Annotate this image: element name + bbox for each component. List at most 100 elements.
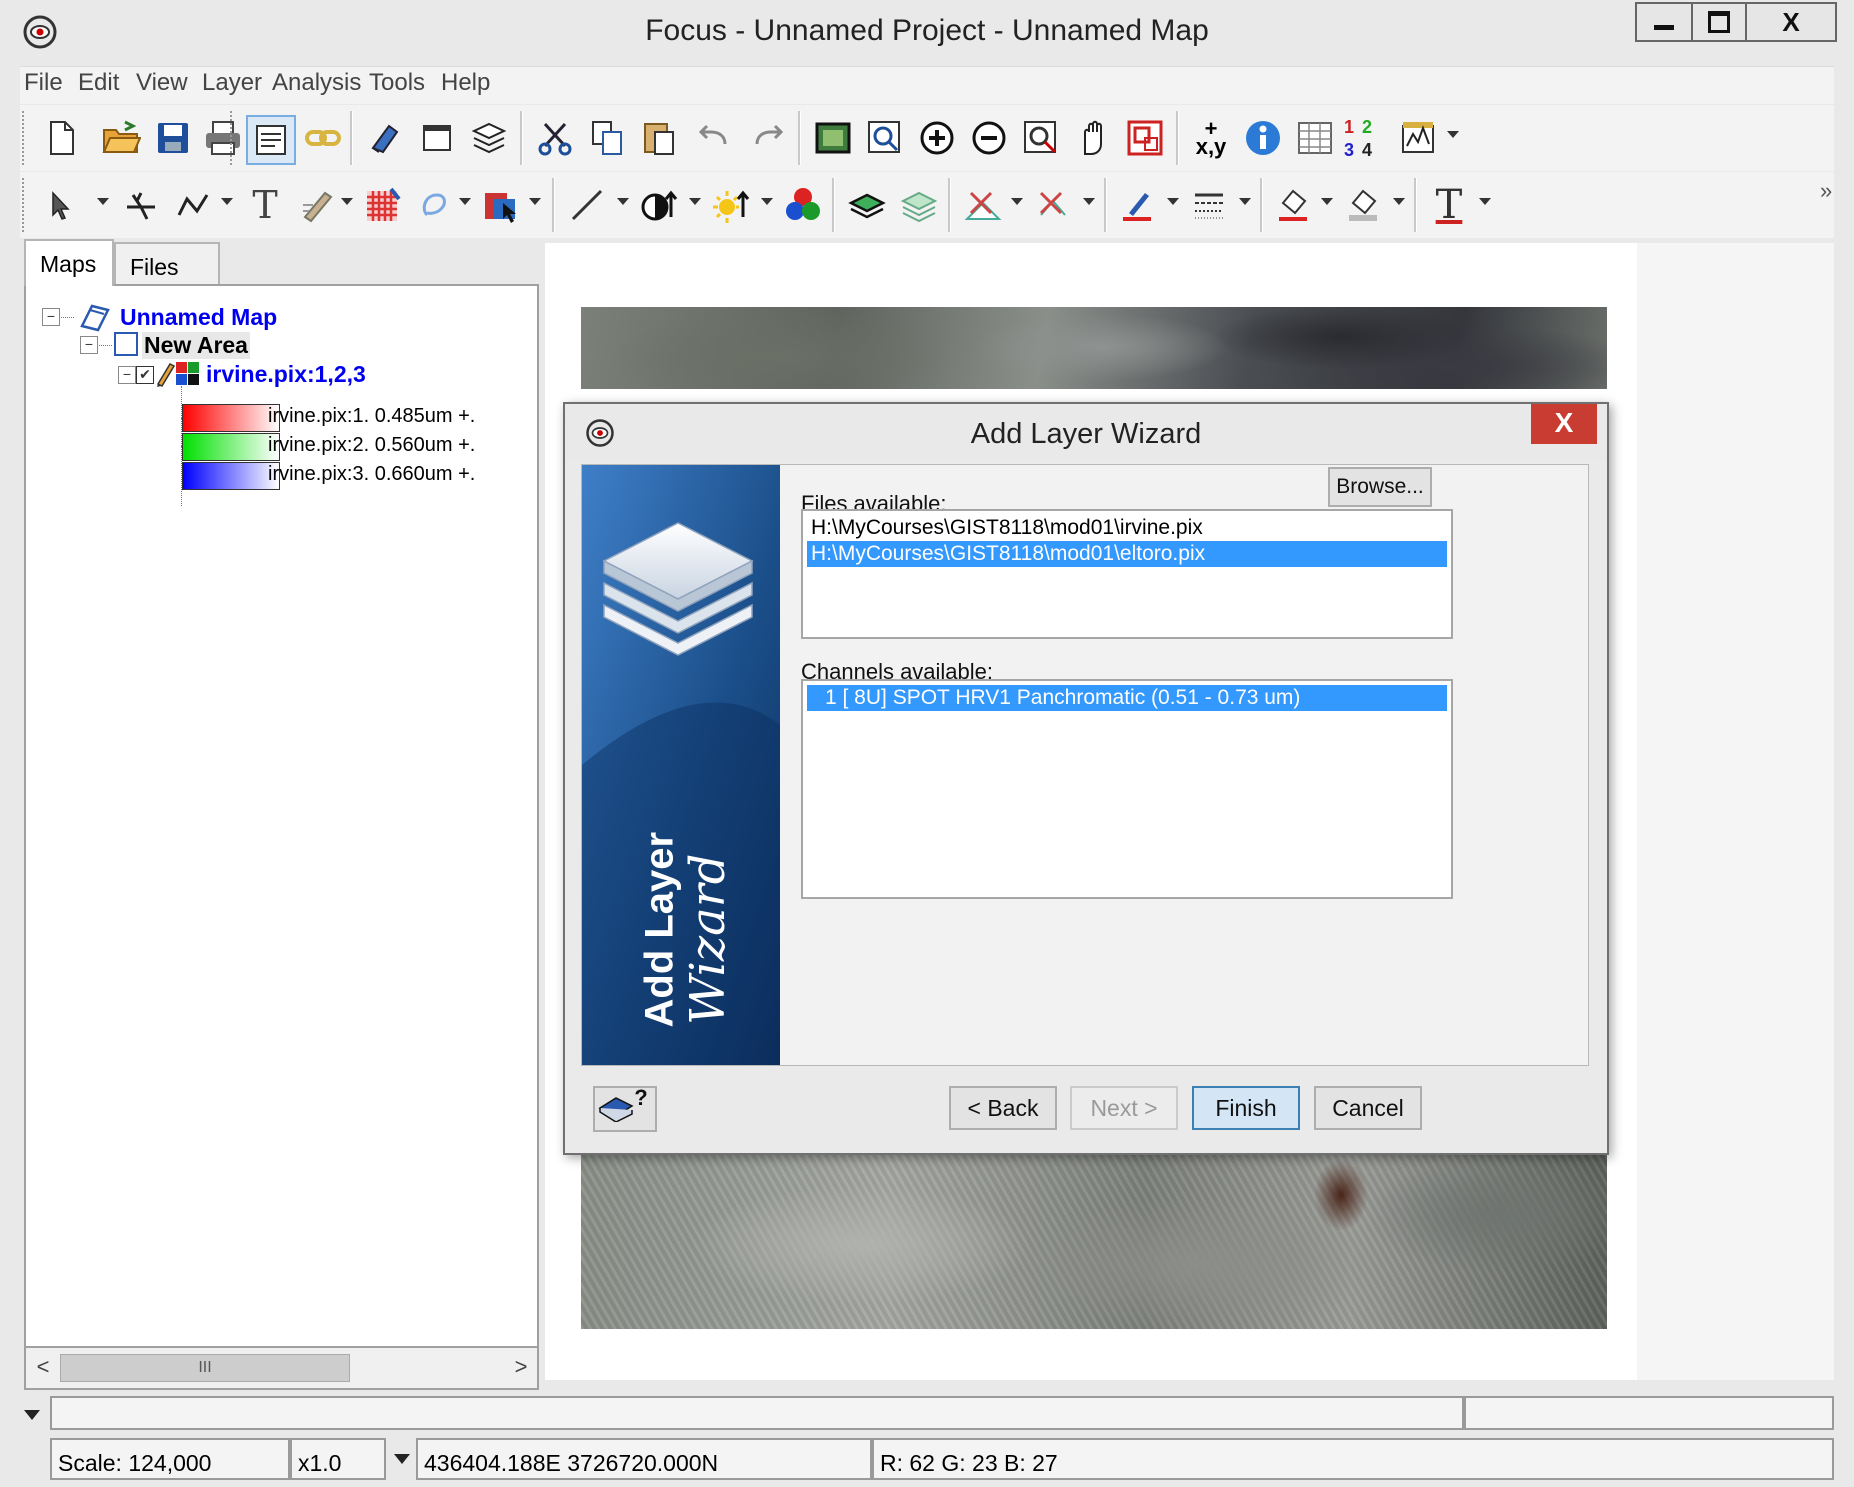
vector-join-dropdown-icon[interactable] bbox=[1082, 194, 1096, 208]
menu-edit[interactable]: Edit bbox=[78, 69, 119, 97]
contrast-icon[interactable] bbox=[636, 182, 682, 228]
undo-icon[interactable] bbox=[692, 115, 738, 161]
back-button[interactable]: < Back bbox=[949, 1086, 1057, 1130]
toolbar-overflow-icon[interactable]: » bbox=[1820, 178, 1832, 204]
zoom-field[interactable]: x1.0 bbox=[290, 1438, 386, 1480]
brightness-dropdown-icon[interactable] bbox=[760, 194, 774, 208]
pen-color-dropdown-icon[interactable] bbox=[1166, 194, 1180, 208]
menu-tools[interactable]: Tools bbox=[369, 69, 425, 97]
menu-help[interactable]: Help bbox=[441, 69, 490, 97]
tree-item-layer[interactable]: irvine.pix:1,2,3 bbox=[206, 361, 366, 388]
fill-color-icon[interactable] bbox=[1270, 182, 1316, 228]
fill-color-dropdown-icon[interactable] bbox=[1320, 194, 1334, 208]
raster-grid-icon[interactable] bbox=[360, 182, 406, 228]
line-style-dropdown-icon[interactable] bbox=[1238, 194, 1252, 208]
cut-icon[interactable] bbox=[532, 115, 578, 161]
layer-merge-icon[interactable] bbox=[896, 182, 942, 228]
link-icon[interactable] bbox=[300, 115, 346, 161]
lasso-dropdown-icon[interactable] bbox=[458, 194, 472, 208]
channels-listbox[interactable]: 1 [ 8U] SPOT HRV1 Panchromatic (0.51 - 0… bbox=[801, 679, 1453, 899]
classify-icon[interactable] bbox=[478, 182, 524, 228]
menu-view[interactable]: View bbox=[136, 69, 188, 97]
classify-dropdown-icon[interactable] bbox=[528, 194, 542, 208]
layer-visibility-checkbox[interactable]: ✔ bbox=[136, 366, 154, 384]
info-icon[interactable] bbox=[1240, 115, 1286, 161]
finish-button[interactable]: Finish bbox=[1192, 1086, 1300, 1130]
file-item-irvine[interactable]: H:\MyCourses\GIST8118\mod01\irvine.pix bbox=[807, 515, 1447, 541]
cancel-button[interactable]: Cancel bbox=[1314, 1086, 1422, 1130]
tab-files[interactable]: Files bbox=[114, 242, 220, 284]
tree-item-channel-3[interactable]: irvine.pix:3. 0.660um +. bbox=[268, 463, 475, 486]
tree-horizontal-scrollbar[interactable]: < III > bbox=[24, 1348, 539, 1390]
line-icon[interactable] bbox=[564, 182, 610, 228]
vertex-edit-icon[interactable] bbox=[118, 182, 164, 228]
table-icon[interactable] bbox=[1292, 115, 1338, 161]
zoom-selection-icon[interactable] bbox=[1018, 115, 1064, 161]
minimize-button[interactable] bbox=[1635, 2, 1693, 42]
vector-split-icon[interactable] bbox=[960, 182, 1006, 228]
polyline-icon[interactable] bbox=[170, 182, 216, 228]
zoom-out-icon[interactable] bbox=[966, 115, 1012, 161]
brightness-icon[interactable] bbox=[708, 182, 754, 228]
scroll-thumb[interactable]: III bbox=[60, 1354, 350, 1382]
redo-icon[interactable] bbox=[744, 115, 790, 161]
tree-expander-area[interactable]: − bbox=[80, 336, 98, 354]
line-style-icon[interactable] bbox=[1186, 182, 1232, 228]
tree-expander-map[interactable]: − bbox=[42, 308, 60, 326]
font-dropdown-icon[interactable] bbox=[1478, 194, 1492, 208]
window-icon[interactable] bbox=[414, 115, 460, 161]
pan-hand-icon[interactable] bbox=[1070, 115, 1116, 161]
tree-item-channel-2[interactable]: irvine.pix:2. 0.560um +. bbox=[268, 434, 475, 457]
numbers-icon[interactable]: 1234 bbox=[1344, 115, 1380, 161]
scroll-left-arrow[interactable]: < bbox=[30, 1354, 56, 1382]
xy-coordinate-icon[interactable]: + x,y bbox=[1188, 115, 1234, 161]
status-dropdown-icon[interactable] bbox=[22, 1404, 42, 1424]
tree-item-area[interactable]: New Area bbox=[142, 332, 250, 359]
layer-stack-icon[interactable] bbox=[844, 182, 890, 228]
text-tool-icon[interactable]: T bbox=[242, 182, 288, 228]
properties-icon[interactable] bbox=[246, 115, 296, 165]
new-file-icon[interactable] bbox=[38, 115, 84, 161]
eraser-icon[interactable] bbox=[362, 115, 408, 161]
pen-color-icon[interactable] bbox=[1114, 182, 1160, 228]
help-button[interactable]: ? bbox=[593, 1085, 657, 1132]
fill-pattern-dropdown-icon[interactable] bbox=[1392, 194, 1406, 208]
save-icon[interactable] bbox=[150, 115, 196, 161]
contrast-dropdown-icon[interactable] bbox=[688, 194, 702, 208]
copy-icon[interactable] bbox=[584, 115, 630, 161]
lasso-icon[interactable] bbox=[412, 182, 458, 228]
zoom-extent-icon[interactable] bbox=[810, 115, 856, 161]
file-item-eltoro[interactable]: H:\MyCourses\GIST8118\mod01\eltoro.pix bbox=[807, 541, 1447, 567]
zoom-window-icon[interactable] bbox=[862, 115, 908, 161]
scale-field[interactable]: Scale: 124,000 bbox=[50, 1438, 290, 1480]
overview-icon[interactable] bbox=[1122, 115, 1168, 161]
next-button[interactable]: Next > bbox=[1070, 1086, 1178, 1130]
fill-pattern-icon[interactable] bbox=[1340, 182, 1386, 228]
reshape-icon[interactable] bbox=[294, 182, 340, 228]
tree-item-channel-1[interactable]: irvine.pix:1. 0.485um +. bbox=[268, 405, 475, 428]
scroll-right-arrow[interactable]: > bbox=[508, 1354, 534, 1382]
font-icon[interactable]: T bbox=[1426, 182, 1472, 228]
select-arrow-icon[interactable] bbox=[36, 182, 82, 228]
tree-item-map[interactable]: Unnamed Map bbox=[120, 304, 277, 331]
menu-layer[interactable]: Layer bbox=[202, 69, 262, 97]
browse-button[interactable]: Browse... bbox=[1328, 467, 1432, 507]
chart-dropdown-icon[interactable] bbox=[1446, 127, 1460, 141]
vector-split-dropdown-icon[interactable] bbox=[1010, 194, 1024, 208]
rgb-icon[interactable] bbox=[780, 182, 826, 228]
zoom-in-icon[interactable] bbox=[914, 115, 960, 161]
files-listbox[interactable]: H:\MyCourses\GIST8118\mod01\irvine.pix H… bbox=[801, 509, 1453, 639]
polyline-dropdown-icon[interactable] bbox=[220, 194, 234, 208]
vector-join-icon[interactable] bbox=[1030, 182, 1076, 228]
close-button[interactable]: X bbox=[1745, 2, 1837, 42]
zoom-dropdown-icon[interactable] bbox=[392, 1450, 412, 1468]
toolbar-grip[interactable] bbox=[22, 178, 28, 232]
paste-icon[interactable] bbox=[636, 115, 682, 161]
menu-file[interactable]: File bbox=[24, 69, 63, 97]
toolbar-grip[interactable] bbox=[22, 111, 28, 165]
tab-maps[interactable]: Maps bbox=[24, 239, 114, 286]
select-dropdown-icon[interactable] bbox=[96, 194, 110, 208]
channel-item-1[interactable]: 1 [ 8U] SPOT HRV1 Panchromatic (0.51 - 0… bbox=[807, 685, 1447, 711]
menu-analysis[interactable]: Analysis bbox=[272, 69, 361, 97]
print-icon[interactable] bbox=[200, 115, 246, 161]
